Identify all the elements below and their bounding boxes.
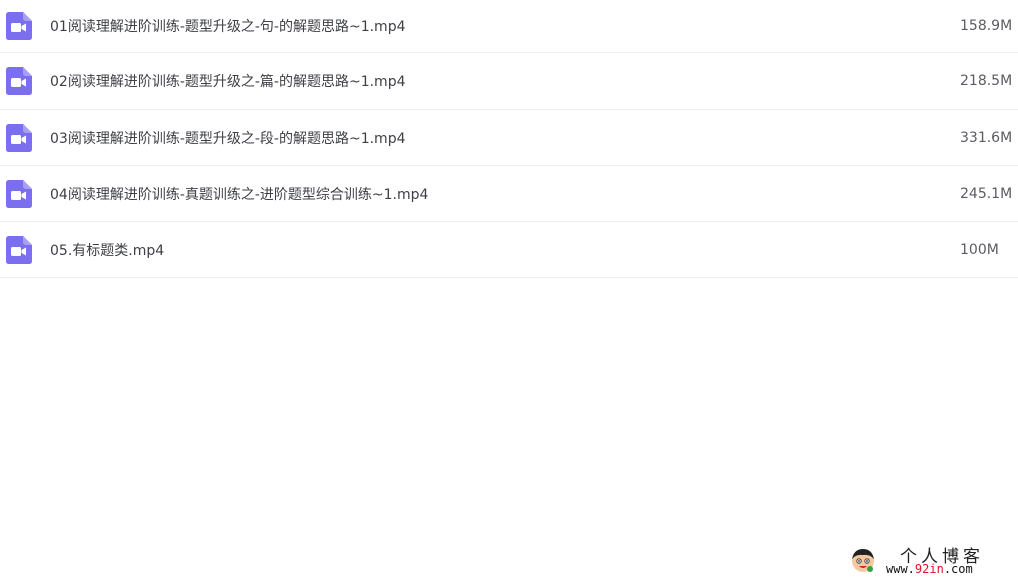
file-row[interactable]: 01阅读理解进阶训练-题型升级之-句-的解题思路~1.mp4 158.9M (0, 0, 1018, 53)
file-name[interactable]: 01阅读理解进阶训练-题型升级之-句-的解题思路~1.mp4 (50, 16, 406, 36)
watermark: 个人博客 www.92in.com (850, 542, 1010, 576)
file-size: 331.6M (960, 129, 1013, 146)
file-name[interactable]: 03阅读理解进阶训练-题型升级之-段-的解题思路~1.mp4 (50, 128, 406, 148)
video-file-icon (6, 12, 32, 40)
file-size: 100M (960, 241, 999, 258)
file-name[interactable]: 02阅读理解进阶训练-题型升级之-篇-的解题思路~1.mp4 (50, 71, 406, 91)
video-file-icon (6, 235, 32, 264)
watermark-url-prefix: www. (886, 562, 915, 576)
video-file-icon (6, 179, 32, 208)
file-size: 218.5M (960, 73, 1013, 89)
file-size: 158.9M (960, 18, 1013, 34)
video-file-icon (6, 123, 32, 152)
file-row[interactable]: 03阅读理解进阶训练-题型升级之-段-的解题思路~1.mp4 331.6M (0, 110, 1018, 166)
cartoon-avatar-icon (852, 549, 874, 572)
file-row[interactable]: 02阅读理解进阶训练-题型升级之-篇-的解题思路~1.mp4 218.5M (0, 53, 1018, 110)
video-file-icon (6, 67, 32, 95)
file-size: 245.1M (960, 185, 1013, 202)
file-name[interactable]: 04阅读理解进阶训练-真题训练之-进阶题型综合训练~1.mp4 (50, 184, 428, 204)
watermark-url: www.92in.com (886, 562, 973, 576)
watermark-url-accent: 92in (914, 562, 944, 576)
file-row[interactable]: 05.有标题类.mp4 100M (0, 222, 1018, 278)
file-row[interactable]: 04阅读理解进阶训练-真题训练之-进阶题型综合训练~1.mp4 245.1M (0, 166, 1018, 222)
file-list: 01阅读理解进阶训练-题型升级之-句-的解题思路~1.mp4 158.9M 02… (0, 0, 1018, 278)
file-name[interactable]: 05.有标题类.mp4 (50, 240, 164, 260)
watermark-url-suffix: .com (943, 562, 973, 576)
